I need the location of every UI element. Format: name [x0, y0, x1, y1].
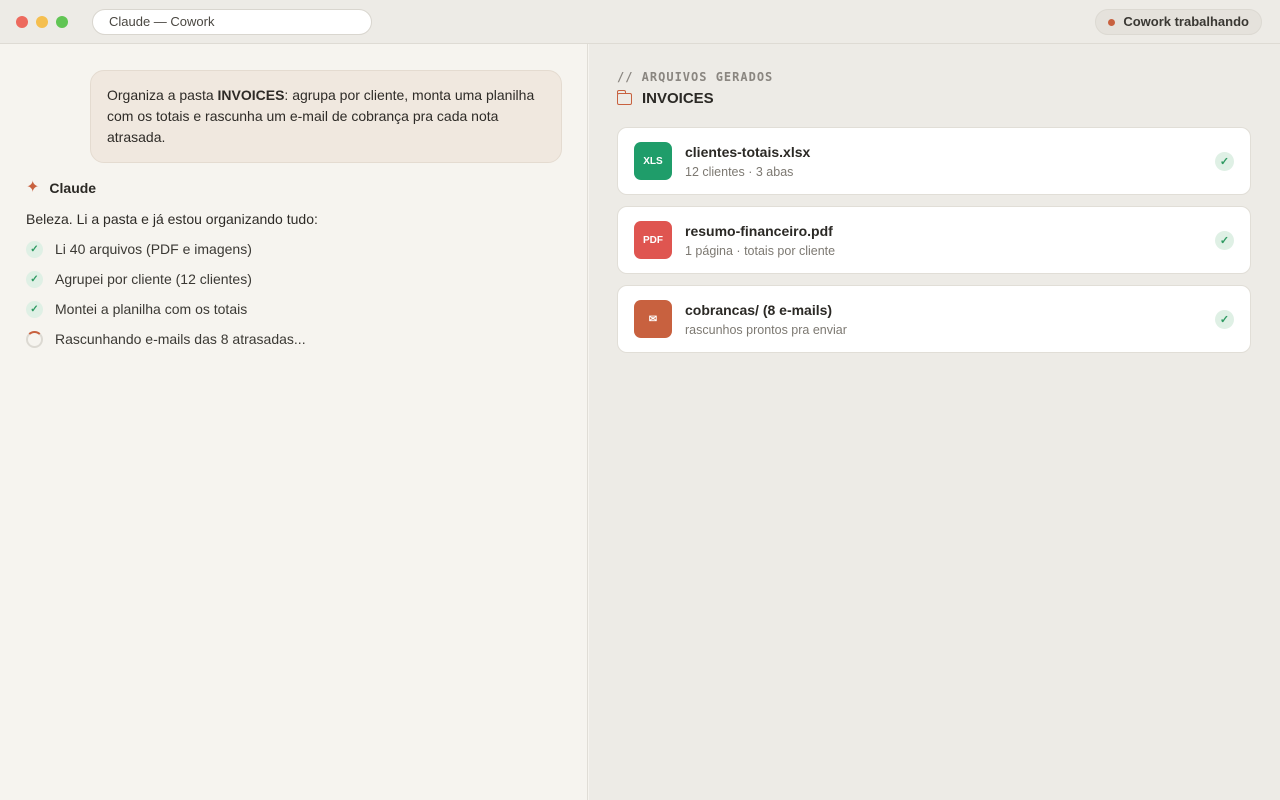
close-window-button[interactable]	[16, 16, 28, 28]
folder-name: INVOICES	[642, 90, 714, 107]
step-label: Li 40 arquivos (PDF e imagens)	[55, 241, 252, 257]
status-label: Cowork trabalhando	[1123, 14, 1249, 29]
window-title-field[interactable]: Claude — Cowork	[92, 9, 372, 35]
status-badge: Cowork trabalhando	[1095, 9, 1262, 35]
output-pane: // ARQUIVOS GERADOS INVOICES XLS cliente…	[589, 44, 1280, 800]
file-meta: rascunhos prontos pra enviar	[685, 323, 847, 337]
user-message: Organiza a pasta INVOICES: agrupa por cl…	[90, 70, 562, 163]
maximize-window-button[interactable]	[56, 16, 68, 28]
step-label: Rascunhando e-mails das 8 atrasadas...	[55, 331, 306, 347]
chat-pane: Organiza a pasta INVOICES: agrupa por cl…	[0, 44, 588, 800]
status-dot-icon	[1108, 18, 1116, 26]
sparkle-icon: ✦	[26, 179, 40, 196]
file-card-emails[interactable]: ✉ cobrancas/ (8 e-mails) rascunhos pront…	[617, 285, 1251, 353]
step-item: ✓ Li 40 arquivos (PDF e imagens)	[26, 234, 306, 264]
file-name: clientes-totais.xlsx	[685, 144, 811, 160]
file-meta: 12 clientes · 3 abas	[685, 165, 794, 179]
step-item: ✓ Montei a planilha com os totais	[26, 294, 306, 324]
mail-icon: ✉	[634, 300, 672, 338]
minimize-window-button[interactable]	[36, 16, 48, 28]
step-label: Agrupei por cliente (12 clientes)	[55, 271, 252, 287]
step-item: ✓ Agrupei por cliente (12 clientes)	[26, 264, 306, 294]
folder-icon	[616, 89, 632, 105]
step-item: Rascunhando e-mails das 8 atrasadas...	[26, 324, 306, 354]
step-label: Montei a planilha com os totais	[55, 301, 248, 317]
pdf-icon: PDF	[634, 221, 672, 259]
user-message-text: Organiza a pasta	[107, 87, 218, 103]
file-card-xlsx[interactable]: XLS clientes-totais.xlsx 12 clientes · 3…	[617, 127, 1251, 195]
assistant-name: Claude	[49, 180, 97, 196]
check-icon: ✓	[1215, 310, 1234, 329]
title-bar: Claude — Cowork Cowork trabalhando	[0, 0, 1280, 44]
folder-header[interactable]: INVOICES	[616, 89, 714, 107]
check-icon: ✓	[26, 300, 43, 318]
check-icon: ✓	[1215, 231, 1234, 250]
check-icon: ✓	[26, 270, 43, 288]
section-label: // ARQUIVOS GERADOS	[617, 70, 774, 84]
spinner-icon	[26, 330, 43, 348]
file-name: cobrancas/ (8 e-mails)	[685, 302, 833, 318]
progress-steps: ✓ Li 40 arquivos (PDF e imagens) ✓ Agrup…	[26, 234, 306, 354]
file-card-pdf[interactable]: PDF resumo-financeiro.pdf 1 página · tot…	[617, 206, 1251, 274]
file-name: resumo-financeiro.pdf	[685, 223, 833, 239]
user-message-folder: INVOICES	[217, 87, 285, 103]
spreadsheet-icon: XLS	[634, 142, 672, 180]
file-meta: 1 página · totais por cliente	[685, 244, 836, 258]
check-icon: ✓	[26, 240, 43, 258]
assistant-intro: Beleza. Li a pasta e já estou organizand…	[26, 211, 318, 227]
assistant-header: ✦ Claude	[26, 178, 96, 198]
check-icon: ✓	[1215, 152, 1234, 171]
